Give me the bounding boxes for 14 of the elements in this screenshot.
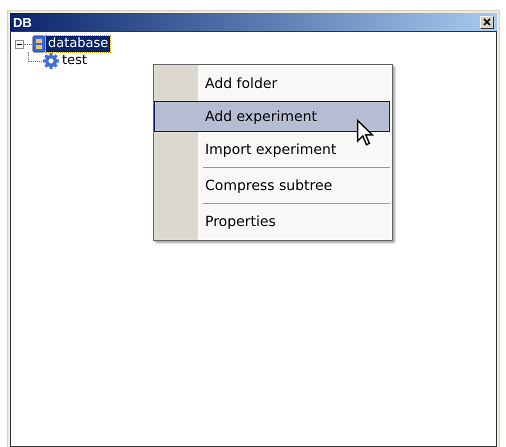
- close-icon: [483, 18, 491, 26]
- window-title: DB: [13, 14, 32, 30]
- mouse-pointer-icon: [355, 119, 375, 147]
- tree-item[interactable]: test: [60, 53, 89, 69]
- gear-icon: [42, 52, 60, 70]
- menu-item[interactable]: Compress subtree: [154, 170, 390, 201]
- menu-item[interactable]: Properties: [154, 206, 390, 237]
- close-button[interactable]: [480, 16, 494, 28]
- menu-item[interactable]: Import experiment: [154, 134, 390, 165]
- tree-item[interactable]: database: [46, 36, 110, 52]
- database-icon: [32, 35, 46, 53]
- minus-icon: [17, 42, 22, 46]
- menu-item[interactable]: Add folder: [154, 68, 390, 99]
- collapse-toggle[interactable]: [15, 40, 24, 48]
